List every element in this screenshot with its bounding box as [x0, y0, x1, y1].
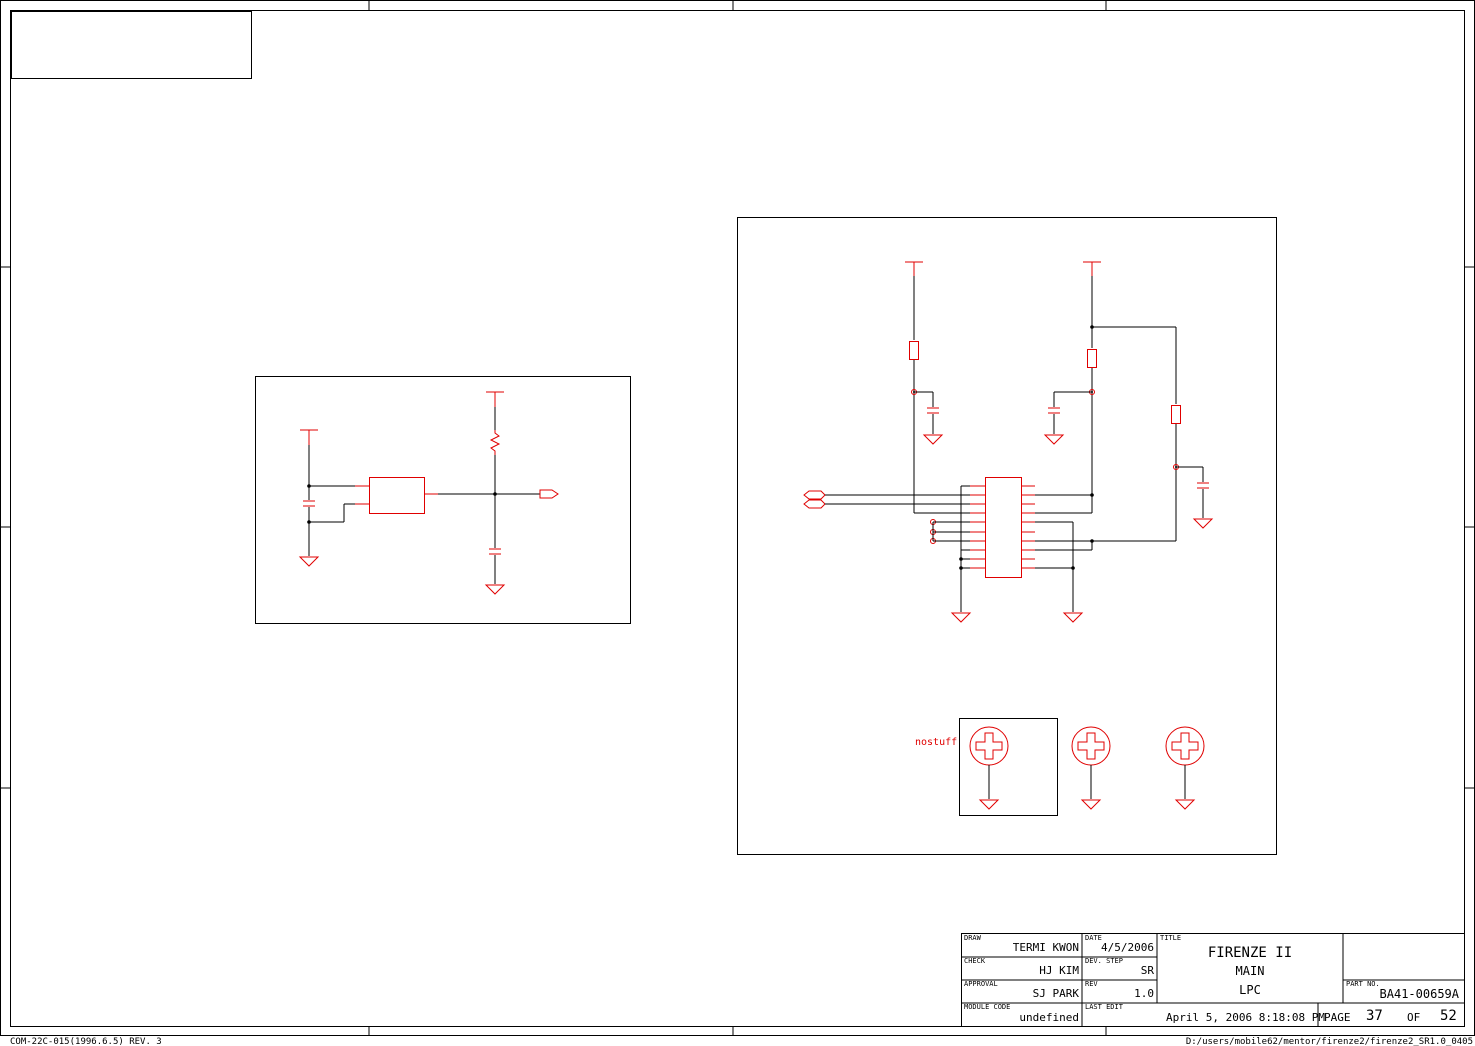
- schematic-sheet: nostuff DRAW TERMI KWON CHECK HJ KIM APP…: [0, 0, 1475, 1046]
- dev-step-value: SR: [1141, 964, 1155, 977]
- approval-label: APPROVAL: [964, 980, 998, 988]
- part-no-value: BA41-00659A: [1380, 987, 1460, 1001]
- rev-label: REV: [1085, 980, 1098, 988]
- module-code-label: MODULE CODE: [964, 1003, 1010, 1011]
- title-line-3: LPC: [1239, 983, 1261, 997]
- title-line-1: FIRENZE II: [1208, 945, 1292, 961]
- date-value: 4/5/2006: [1101, 941, 1154, 954]
- of-value: 52: [1440, 1008, 1457, 1024]
- module-code-value: undefined: [1019, 1011, 1079, 1024]
- mounting-hole-3: [1165, 726, 1205, 810]
- footer-right: D:/users/mobile62/mentor/firenze2/firenz…: [1186, 1037, 1473, 1046]
- check-value: HJ KIM: [1039, 964, 1079, 977]
- page-label: PAGE: [1324, 1011, 1351, 1024]
- right-circuit-block: nostuff: [737, 217, 1277, 855]
- part-no-label: PART NO.: [1346, 980, 1380, 988]
- page-value: 37: [1366, 1008, 1383, 1024]
- rev-value: 1.0: [1134, 987, 1154, 1000]
- title-block: DRAW TERMI KWON CHECK HJ KIM APPROVAL SJ…: [961, 933, 1465, 1027]
- mounting-hole-2: [1071, 726, 1111, 810]
- date-label: DATE: [1085, 934, 1102, 942]
- dev-step-label: DEV. STEP: [1085, 957, 1123, 965]
- of-label: OF: [1407, 1011, 1420, 1024]
- approval-value: SJ PARK: [1033, 987, 1080, 1000]
- title-line-2: MAIN: [1236, 964, 1265, 978]
- footer-left: COM-22C-015(1996.6.5) REV. 3: [10, 1037, 162, 1046]
- nostuff-label: nostuff: [915, 737, 957, 748]
- check-label: CHECK: [964, 957, 986, 965]
- mounting-hole-1: [969, 726, 1009, 810]
- draw-value: TERMI KWON: [1013, 941, 1079, 954]
- draw-label: DRAW: [964, 934, 982, 942]
- top-left-box: [11, 11, 252, 79]
- title-label: TITLE: [1160, 934, 1181, 942]
- nostuff-box: [959, 718, 1058, 816]
- left-circuit-block: [255, 376, 631, 624]
- last-edit-label: LAST EDIT: [1085, 1003, 1124, 1011]
- last-edit-value: April 5, 2006 8:18:08 PM: [1166, 1011, 1325, 1024]
